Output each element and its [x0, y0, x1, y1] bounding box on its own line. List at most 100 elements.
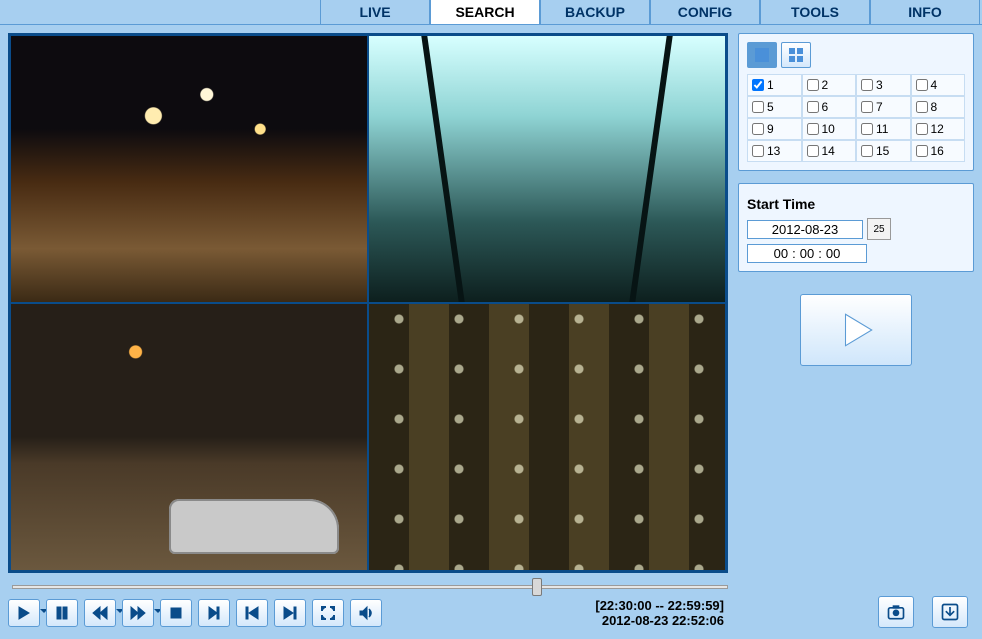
start-time-field[interactable]: 00 : 00 : 00: [747, 244, 867, 263]
start-mm: 00: [800, 246, 814, 261]
fullscreen-button[interactable]: [312, 599, 344, 627]
camera-checkbox-label: 3: [876, 78, 883, 92]
start-hh: 00: [774, 246, 788, 261]
camera-checkbox-label: 1: [767, 78, 774, 92]
start-date-field[interactable]: [747, 220, 863, 239]
camera-feed-2[interactable]: [368, 35, 726, 303]
camera-checkbox-input-7[interactable]: [861, 101, 873, 113]
camera-feed-1[interactable]: [10, 35, 368, 303]
camera-checkbox-input-8[interactable]: [916, 101, 928, 113]
step-button[interactable]: [198, 599, 230, 627]
camera-checkbox-10[interactable]: 10: [802, 118, 857, 140]
camera-feed-3[interactable]: [10, 303, 368, 571]
play-large-icon: [835, 309, 877, 351]
step-icon: [206, 605, 222, 621]
camera-checkbox-input-14[interactable]: [807, 145, 819, 157]
camera-checkbox-12[interactable]: 12: [911, 118, 966, 140]
play-button[interactable]: [8, 599, 40, 627]
camera-checkbox-input-2[interactable]: [807, 79, 819, 91]
pause-icon: [54, 605, 70, 621]
layout-single-button[interactable]: [747, 42, 777, 68]
fullscreen-icon: [320, 605, 336, 621]
video-grid: [8, 33, 728, 573]
camera-checkbox-13[interactable]: 13: [747, 140, 802, 162]
camera-checkbox-14[interactable]: 14: [802, 140, 857, 162]
camera-checkbox-label: 9: [767, 122, 774, 136]
prev-icon: [244, 605, 260, 621]
camera-checkbox-11[interactable]: 11: [856, 118, 911, 140]
camera-checkbox-6[interactable]: 6: [802, 96, 857, 118]
next-clip-button[interactable]: [274, 599, 306, 627]
camera-checkbox-input-9[interactable]: [752, 123, 764, 135]
tab-tools[interactable]: TOOLS: [760, 0, 870, 24]
layout-quad-icon: [789, 48, 803, 62]
camera-checkbox-label: 2: [822, 78, 829, 92]
camera-checkbox-1[interactable]: 1: [747, 74, 802, 96]
camera-checkbox-label: 13: [767, 144, 780, 158]
tab-info[interactable]: INFO: [870, 0, 980, 24]
camera-checkbox-input-15[interactable]: [861, 145, 873, 157]
stop-button[interactable]: [160, 599, 192, 627]
main-tabbar: LIVE SEARCH BACKUP CONFIG TOOLS INFO: [0, 0, 982, 25]
camera-checkbox-3[interactable]: 3: [856, 74, 911, 96]
camera-checkbox-label: 11: [876, 122, 888, 136]
camera-checkbox-16[interactable]: 16: [911, 140, 966, 162]
camera-checkbox-5[interactable]: 5: [747, 96, 802, 118]
camera-checkbox-input-1[interactable]: [752, 79, 764, 91]
play-icon: [16, 605, 32, 621]
timeline-slider[interactable]: [12, 583, 728, 591]
camera-checkbox-grid: 12345678910111213141516: [747, 74, 965, 162]
next-icon: [282, 605, 298, 621]
layout-quad-button[interactable]: [781, 42, 811, 68]
camera-checkbox-label: 5: [767, 100, 774, 114]
camera-checkbox-7[interactable]: 7: [856, 96, 911, 118]
rewind-button[interactable]: [84, 599, 116, 627]
rewind-icon: [92, 605, 108, 621]
camera-checkbox-input-11[interactable]: [861, 123, 873, 135]
camera-checkbox-label: 6: [822, 100, 829, 114]
tab-live[interactable]: LIVE: [320, 0, 430, 24]
camera-checkbox-label: 7: [876, 100, 883, 114]
camera-checkbox-input-12[interactable]: [916, 123, 928, 135]
camera-checkbox-input-16[interactable]: [916, 145, 928, 157]
playback-controls: [22:30:00 -- 22:59:59] 2012-08-23 22:52:…: [8, 598, 728, 628]
fastforward-button[interactable]: [122, 599, 154, 627]
camera-checkbox-input-5[interactable]: [752, 101, 764, 113]
camera-checkbox-2[interactable]: 2: [802, 74, 857, 96]
snapshot-button[interactable]: [878, 596, 914, 628]
camera-checkbox-4[interactable]: 4: [911, 74, 966, 96]
tab-backup[interactable]: BACKUP: [540, 0, 650, 24]
tab-search[interactable]: SEARCH: [430, 0, 540, 24]
start-time-title: Start Time: [747, 196, 965, 212]
camera-checkbox-label: 14: [822, 144, 835, 158]
fastfwd-icon: [130, 605, 146, 621]
search-play-button[interactable]: [800, 294, 912, 366]
date-picker-button[interactable]: 25: [867, 218, 891, 240]
camera-checkbox-label: 10: [822, 122, 835, 136]
camera-checkbox-input-4[interactable]: [916, 79, 928, 91]
tab-config[interactable]: CONFIG: [650, 0, 760, 24]
pause-button[interactable]: [46, 599, 78, 627]
camera-checkbox-input-6[interactable]: [807, 101, 819, 113]
camera-checkbox-label: 16: [931, 144, 944, 158]
camera-checkbox-input-10[interactable]: [807, 123, 819, 135]
stop-icon: [168, 605, 184, 621]
camera-checkbox-9[interactable]: 9: [747, 118, 802, 140]
start-time-panel: Start Time 25 00 : 00 : 00: [738, 183, 974, 272]
playback-timeline: [10, 579, 726, 594]
prev-clip-button[interactable]: [236, 599, 268, 627]
camera-feed-4[interactable]: [368, 303, 726, 571]
camera-checkbox-label: 4: [931, 78, 938, 92]
camera-checkbox-input-13[interactable]: [752, 145, 764, 157]
download-button[interactable]: [932, 596, 968, 628]
camera-checkbox-input-3[interactable]: [861, 79, 873, 91]
camera-select-panel: 12345678910111213141516: [738, 33, 974, 171]
camera-checkbox-15[interactable]: 15: [856, 140, 911, 162]
camera-checkbox-8[interactable]: 8: [911, 96, 966, 118]
camera-icon: [886, 602, 906, 622]
camera-checkbox-label: 15: [876, 144, 889, 158]
start-ss: 00: [826, 246, 840, 261]
volume-button[interactable]: [350, 599, 382, 627]
time-readout: [22:30:00 -- 22:59:59] 2012-08-23 22:52:…: [595, 598, 728, 628]
volume-icon: [358, 605, 374, 621]
